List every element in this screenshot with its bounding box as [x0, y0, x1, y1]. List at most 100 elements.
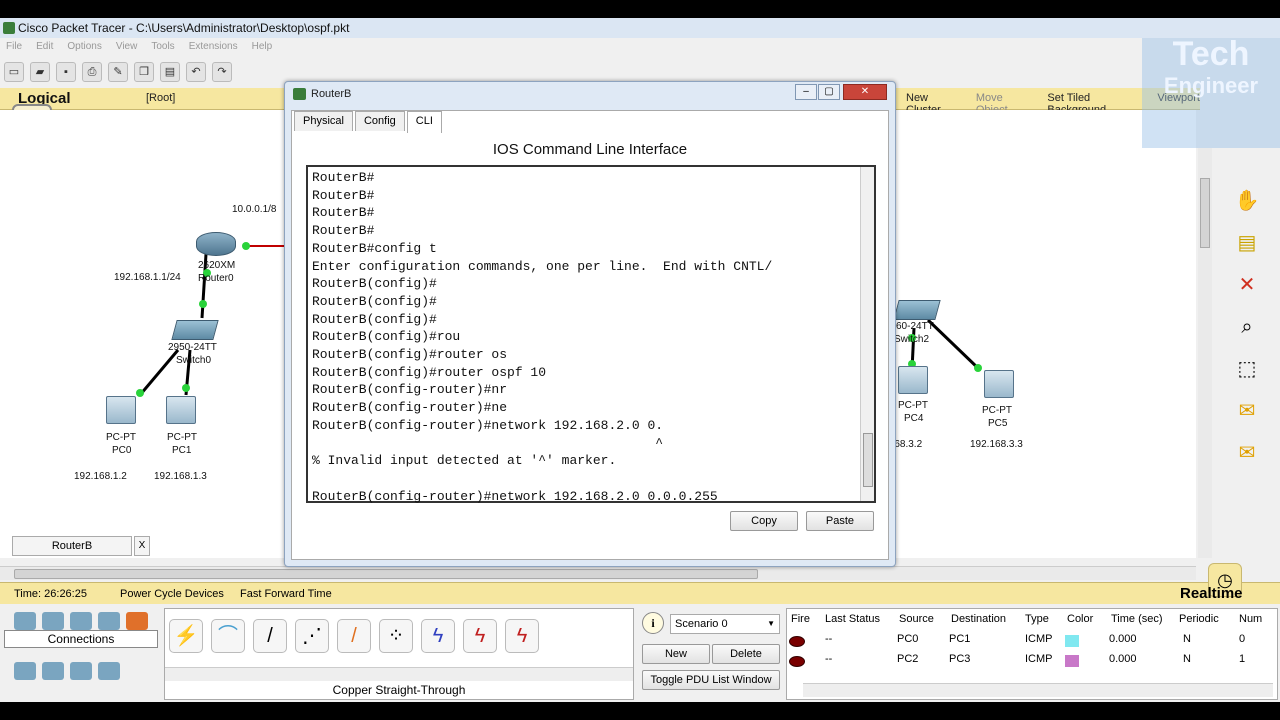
workspace-vertical-scrollbar[interactable]: [1198, 148, 1212, 558]
save-icon[interactable]: ▪: [56, 62, 76, 82]
pc0-icon[interactable]: [106, 396, 136, 424]
scroll-thumb[interactable]: [14, 569, 758, 579]
undo-icon[interactable]: ↶: [186, 62, 206, 82]
root-breadcrumb[interactable]: [Root]: [146, 92, 175, 104]
switches-icon[interactable]: [42, 612, 64, 630]
minimize-icon[interactable]: –: [795, 84, 817, 100]
link-light: [242, 242, 250, 250]
fast-forward-time-button[interactable]: Fast Forward Time: [240, 588, 332, 600]
workspace-horizontal-scrollbar[interactable]: [0, 566, 1196, 580]
pc1-name: PC1: [172, 445, 192, 456]
add-complex-pdu-icon[interactable]: ✉: [1232, 438, 1262, 468]
routers-icon[interactable]: [14, 612, 36, 630]
scenario-select[interactable]: Scenario 0 ▼: [670, 614, 780, 634]
copy-button[interactable]: Copy: [730, 511, 798, 531]
paste-button[interactable]: Paste: [806, 511, 874, 531]
add-simple-pdu-icon[interactable]: ✉: [1232, 396, 1262, 426]
menu-extensions[interactable]: Extensions: [189, 38, 238, 56]
router0-link-ip: 10.0.0.1/8: [232, 204, 277, 215]
menu-options[interactable]: Options: [67, 38, 101, 56]
new-file-icon[interactable]: ▭: [4, 62, 24, 82]
copy-icon[interactable]: ❐: [134, 62, 154, 82]
end-devices-icon[interactable]: [14, 662, 36, 680]
table-row[interactable]: -- PC2 PC3 ICMP 0.000 N 1: [787, 653, 1277, 671]
redo-icon[interactable]: ↷: [212, 62, 232, 82]
new-scenario-button[interactable]: New: [642, 644, 710, 664]
automatic-connection-icon[interactable]: ⚡: [169, 619, 203, 653]
copper-straight-through-icon[interactable]: /: [253, 619, 287, 653]
power-cycle-devices-button[interactable]: Power Cycle Devices: [120, 588, 224, 600]
coaxial-cable-icon[interactable]: ϟ: [421, 619, 455, 653]
row-last-status: --: [825, 653, 833, 665]
cli-terminal[interactable]: RouterB# RouterB# RouterB# RouterB# Rout…: [306, 165, 876, 505]
device-tab-routerb[interactable]: RouterB: [12, 536, 132, 556]
col-source: Source: [899, 613, 934, 625]
scroll-thumb[interactable]: [1200, 178, 1210, 248]
tab-cli[interactable]: CLI: [406, 111, 442, 133]
delete-icon[interactable]: ✕: [1232, 270, 1262, 300]
table-row[interactable]: -- PC0 PC1 ICMP 0.000 N 0: [787, 633, 1277, 651]
router0-icon[interactable]: [196, 232, 236, 256]
pc4-icon[interactable]: [898, 366, 928, 394]
pc1-icon[interactable]: [166, 396, 196, 424]
row-destination: PC3: [949, 653, 971, 665]
multiuser-connection-icon[interactable]: [98, 662, 120, 680]
row-type: ICMP: [1025, 633, 1053, 645]
fire-icon[interactable]: [789, 636, 805, 647]
wireless-devices-icon[interactable]: [98, 612, 120, 630]
cli-output[interactable]: RouterB# RouterB# RouterB# RouterB# Rout…: [312, 169, 860, 505]
switch2-icon[interactable]: [893, 300, 941, 320]
pdu-table-scrollbar[interactable]: [803, 683, 1273, 697]
device-tab-close-button[interactable]: X: [134, 536, 150, 556]
tab-physical[interactable]: Physical: [294, 111, 353, 131]
menu-edit[interactable]: Edit: [36, 38, 53, 56]
maximize-icon[interactable]: ▢: [818, 84, 840, 100]
serial-dte-icon[interactable]: ϟ: [505, 619, 539, 653]
copper-cross-over-icon[interactable]: ⋰: [295, 619, 329, 653]
note-icon[interactable]: ▤: [1232, 228, 1262, 258]
col-type: Type: [1025, 613, 1049, 625]
paste-icon[interactable]: ▤: [160, 62, 180, 82]
hand-icon[interactable]: ✋: [1232, 186, 1262, 216]
cable-switch2-pc5[interactable]: [926, 318, 982, 372]
row-num: 1: [1239, 653, 1246, 665]
inspect-icon[interactable]: ⌕: [1232, 312, 1262, 342]
phone-cable-icon[interactable]: ⁘: [379, 619, 413, 653]
link-light: [182, 384, 190, 392]
close-icon[interactable]: ✕: [843, 84, 887, 100]
toggle-pdu-list-button[interactable]: Toggle PDU List Window: [642, 670, 780, 690]
fiber-icon[interactable]: /: [337, 619, 371, 653]
menu-view[interactable]: View: [116, 38, 138, 56]
terminal-scrollbar[interactable]: [860, 167, 874, 501]
connection-types-scrollbar[interactable]: [165, 667, 633, 681]
serial-dce-icon[interactable]: ϟ: [463, 619, 497, 653]
print-icon[interactable]: ⎙: [82, 62, 102, 82]
tab-config[interactable]: Config: [354, 111, 405, 131]
watermark-line2: Engineer: [1163, 73, 1259, 98]
pc5-icon[interactable]: [984, 370, 1014, 398]
info-icon[interactable]: i: [642, 612, 664, 634]
delete-scenario-button[interactable]: Delete: [712, 644, 780, 664]
custom-devices-icon[interactable]: [70, 662, 92, 680]
menu-tools[interactable]: Tools: [151, 38, 174, 56]
scroll-thumb[interactable]: [863, 433, 873, 487]
wan-emulation-icon[interactable]: [42, 662, 64, 680]
cable-switch0-pc0[interactable]: [138, 349, 180, 396]
activity-wizard-icon[interactable]: ✎: [108, 62, 128, 82]
fire-icon[interactable]: [789, 656, 805, 667]
scenario-select-value: Scenario 0: [675, 618, 728, 630]
resize-shape-icon[interactable]: ⬚: [1232, 354, 1262, 384]
col-destination: Destination: [951, 613, 1007, 625]
dialog-title: RouterB: [311, 88, 352, 100]
realtime-mode-label[interactable]: Realtime: [1180, 585, 1243, 602]
console-cable-icon[interactable]: ⌒: [211, 619, 245, 653]
menu-help[interactable]: Help: [252, 38, 273, 56]
menu-file[interactable]: File: [6, 38, 22, 56]
col-color: Color: [1067, 613, 1094, 625]
row-source: PC0: [897, 633, 919, 645]
hubs-icon[interactable]: [70, 612, 92, 630]
common-tools-bar: ✋ ▤ ✕ ⌕ ⬚ ✉ ✉: [1214, 110, 1280, 560]
switch0-icon[interactable]: [171, 320, 219, 340]
connections-icon[interactable]: [126, 612, 148, 630]
open-folder-icon[interactable]: ▰: [30, 62, 50, 82]
